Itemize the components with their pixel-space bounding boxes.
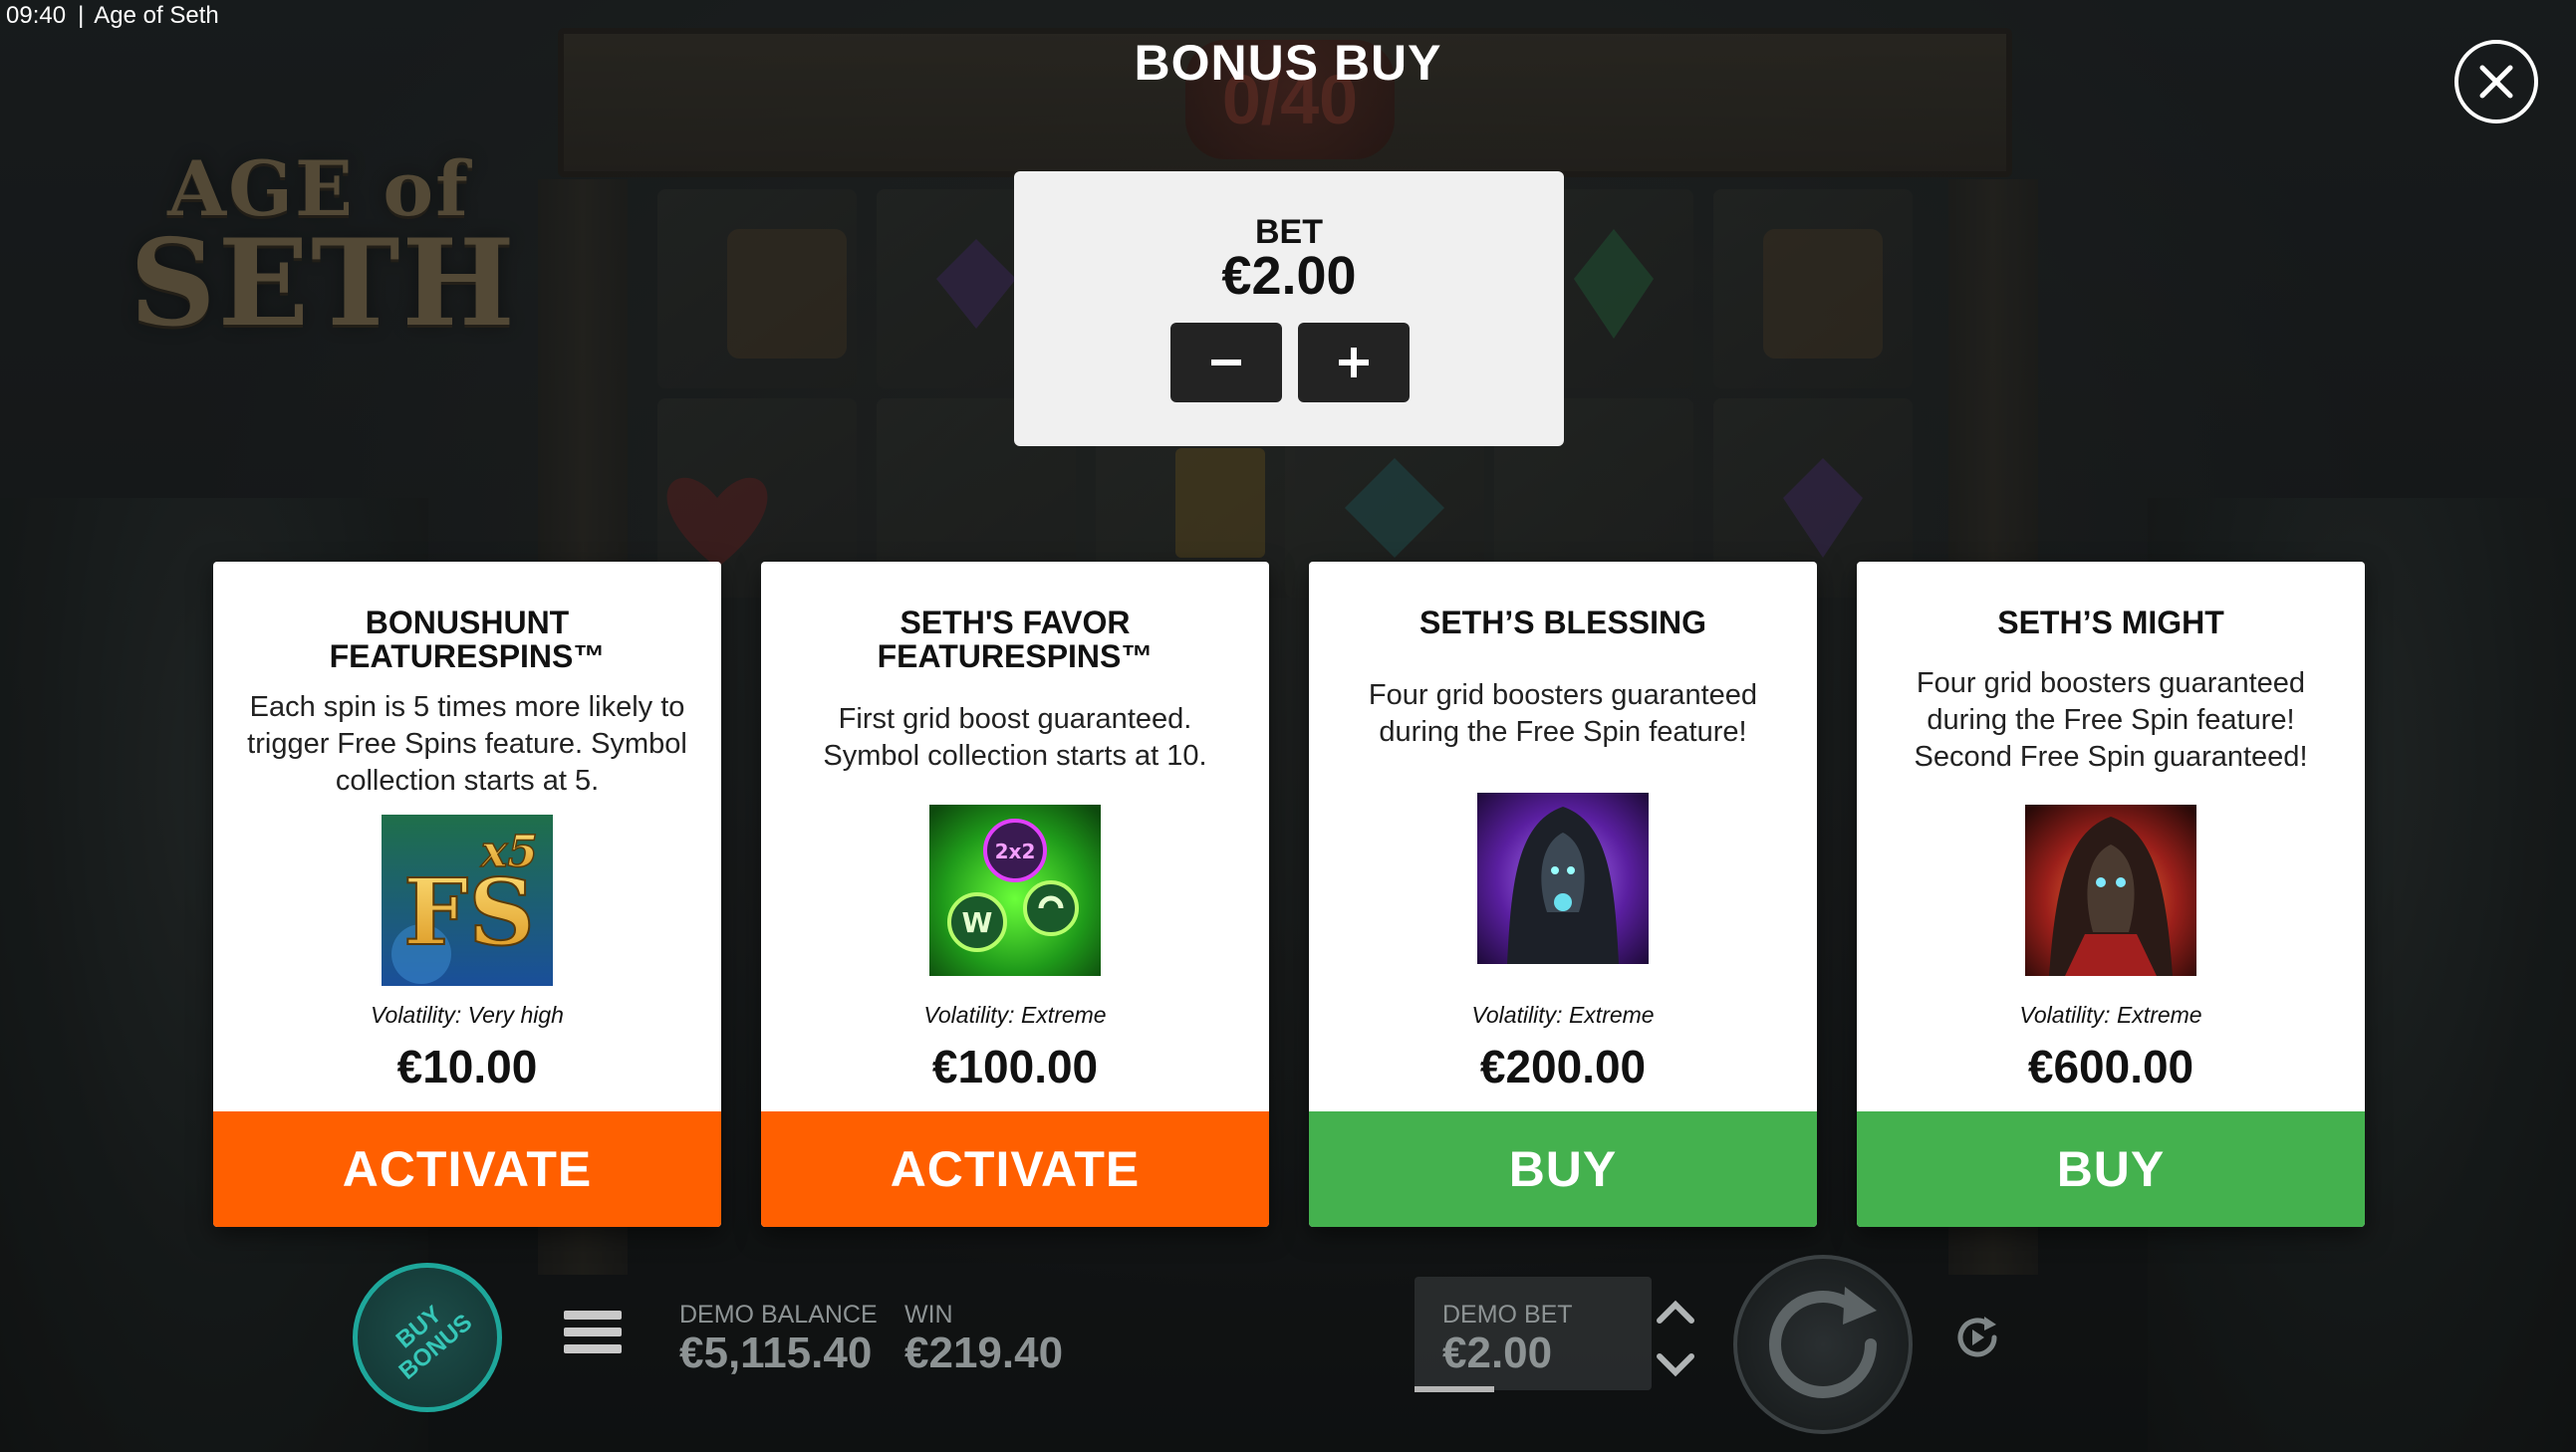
close-button[interactable] bbox=[2454, 40, 2538, 123]
bonus-card-seths-favor: SETH'S FAVOR FEATURESPINS™ First grid bo… bbox=[761, 562, 1269, 1227]
activate-button[interactable]: ACTIVATE bbox=[761, 1111, 1269, 1227]
fs-x5-icon: FS x5 bbox=[382, 815, 553, 986]
demo-bet-label: DEMO BET bbox=[1442, 1301, 1573, 1329]
status-bar: 09:40 | Age of Seth bbox=[6, 2, 219, 30]
card-description: Four grid boosters guaranteed during the… bbox=[1914, 667, 2308, 773]
bonus-card-seths-might: SETH’S MIGHT Four grid boosters guarante… bbox=[1857, 562, 2365, 1227]
card-price: €600.00 bbox=[2027, 1041, 2194, 1092]
close-icon bbox=[2479, 65, 2513, 99]
bonus-card-seths-blessing: SETH’S BLESSING Four grid boosters guara… bbox=[1309, 562, 1817, 1227]
card-title: BONUSHUNT FEATURESPINS™ bbox=[329, 605, 606, 674]
card-description: Each spin is 5 times more likely to trig… bbox=[247, 691, 687, 797]
svg-text:W: W bbox=[962, 906, 993, 939]
bet-up-arrow-icon[interactable] bbox=[1652, 1291, 1699, 1331]
bet-decrease-button[interactable] bbox=[1170, 323, 1282, 402]
activate-button[interactable]: ACTIVATE bbox=[213, 1111, 721, 1227]
bet-increase-button[interactable] bbox=[1298, 323, 1410, 402]
status-separator: | bbox=[78, 2, 85, 29]
bet-down-arrow-icon[interactable] bbox=[1652, 1344, 1699, 1384]
status-app-title: Age of Seth bbox=[94, 2, 219, 29]
card-volatility: Volatility: Extreme bbox=[1471, 1002, 1655, 1028]
minus-icon bbox=[1211, 360, 1241, 365]
card-title: SETH'S FAVOR FEATURESPINS™ bbox=[877, 605, 1154, 674]
bet-indicator bbox=[1415, 1386, 1494, 1392]
plus-icon bbox=[1339, 348, 1369, 377]
dialog-title: BONUS BUY bbox=[1134, 35, 1442, 91]
buy-bonus-label: BUY BONUS bbox=[390, 1301, 477, 1385]
svg-text:x5: x5 bbox=[480, 827, 538, 877]
demo-bet-value: €2.00 bbox=[1442, 1329, 1553, 1377]
win-label: WIN bbox=[904, 1301, 953, 1329]
autoplay-icon[interactable] bbox=[1950, 1311, 2004, 1364]
buy-bonus-button[interactable]: BUY BONUS bbox=[353, 1263, 502, 1412]
card-volatility: Volatility: Extreme bbox=[2019, 1002, 2202, 1028]
card-description: First grid boost guaranteed. Symbol coll… bbox=[823, 703, 1207, 772]
hooded-seth-red-icon bbox=[2025, 805, 2196, 976]
bet-selector: BET €2.00 bbox=[1014, 171, 1564, 446]
balance-value: €5,115.40 bbox=[679, 1329, 873, 1377]
buy-button[interactable]: BUY bbox=[1309, 1111, 1817, 1227]
status-time: 09:40 bbox=[6, 2, 67, 29]
spin-button[interactable] bbox=[1733, 1255, 1913, 1434]
card-title: SETH’S BLESSING bbox=[1418, 605, 1707, 640]
spin-icon bbox=[1769, 1287, 1877, 1398]
card-description: Four grid boosters guaranteed during the… bbox=[1368, 679, 1758, 748]
card-title: SETH’S MIGHT bbox=[1997, 605, 2224, 640]
hamburger-menu-icon[interactable] bbox=[564, 1311, 622, 1362]
grid-boost-icon: 2x2 W bbox=[929, 805, 1101, 976]
balance-label: DEMO BALANCE bbox=[679, 1301, 878, 1329]
hooded-seth-purple-icon bbox=[1477, 793, 1649, 964]
card-volatility: Volatility: Extreme bbox=[923, 1002, 1107, 1028]
svg-text:2x2: 2x2 bbox=[995, 840, 1036, 863]
win-value: €219.40 bbox=[904, 1329, 1064, 1377]
card-volatility: Volatility: Very high bbox=[371, 1002, 564, 1028]
buy-button[interactable]: BUY bbox=[1857, 1111, 2365, 1227]
bonus-card-bonushunt: BONUSHUNT FEATURESPINS™ Each spin is 5 t… bbox=[213, 562, 721, 1227]
game-screen: 0/40 AGE of SETH 09:40 | Age of Seth BON… bbox=[0, 0, 2576, 1452]
card-price: €200.00 bbox=[1479, 1041, 1647, 1092]
card-price: €100.00 bbox=[931, 1041, 1099, 1092]
bet-value: €2.00 bbox=[1221, 246, 1357, 306]
card-price: €10.00 bbox=[396, 1041, 538, 1092]
